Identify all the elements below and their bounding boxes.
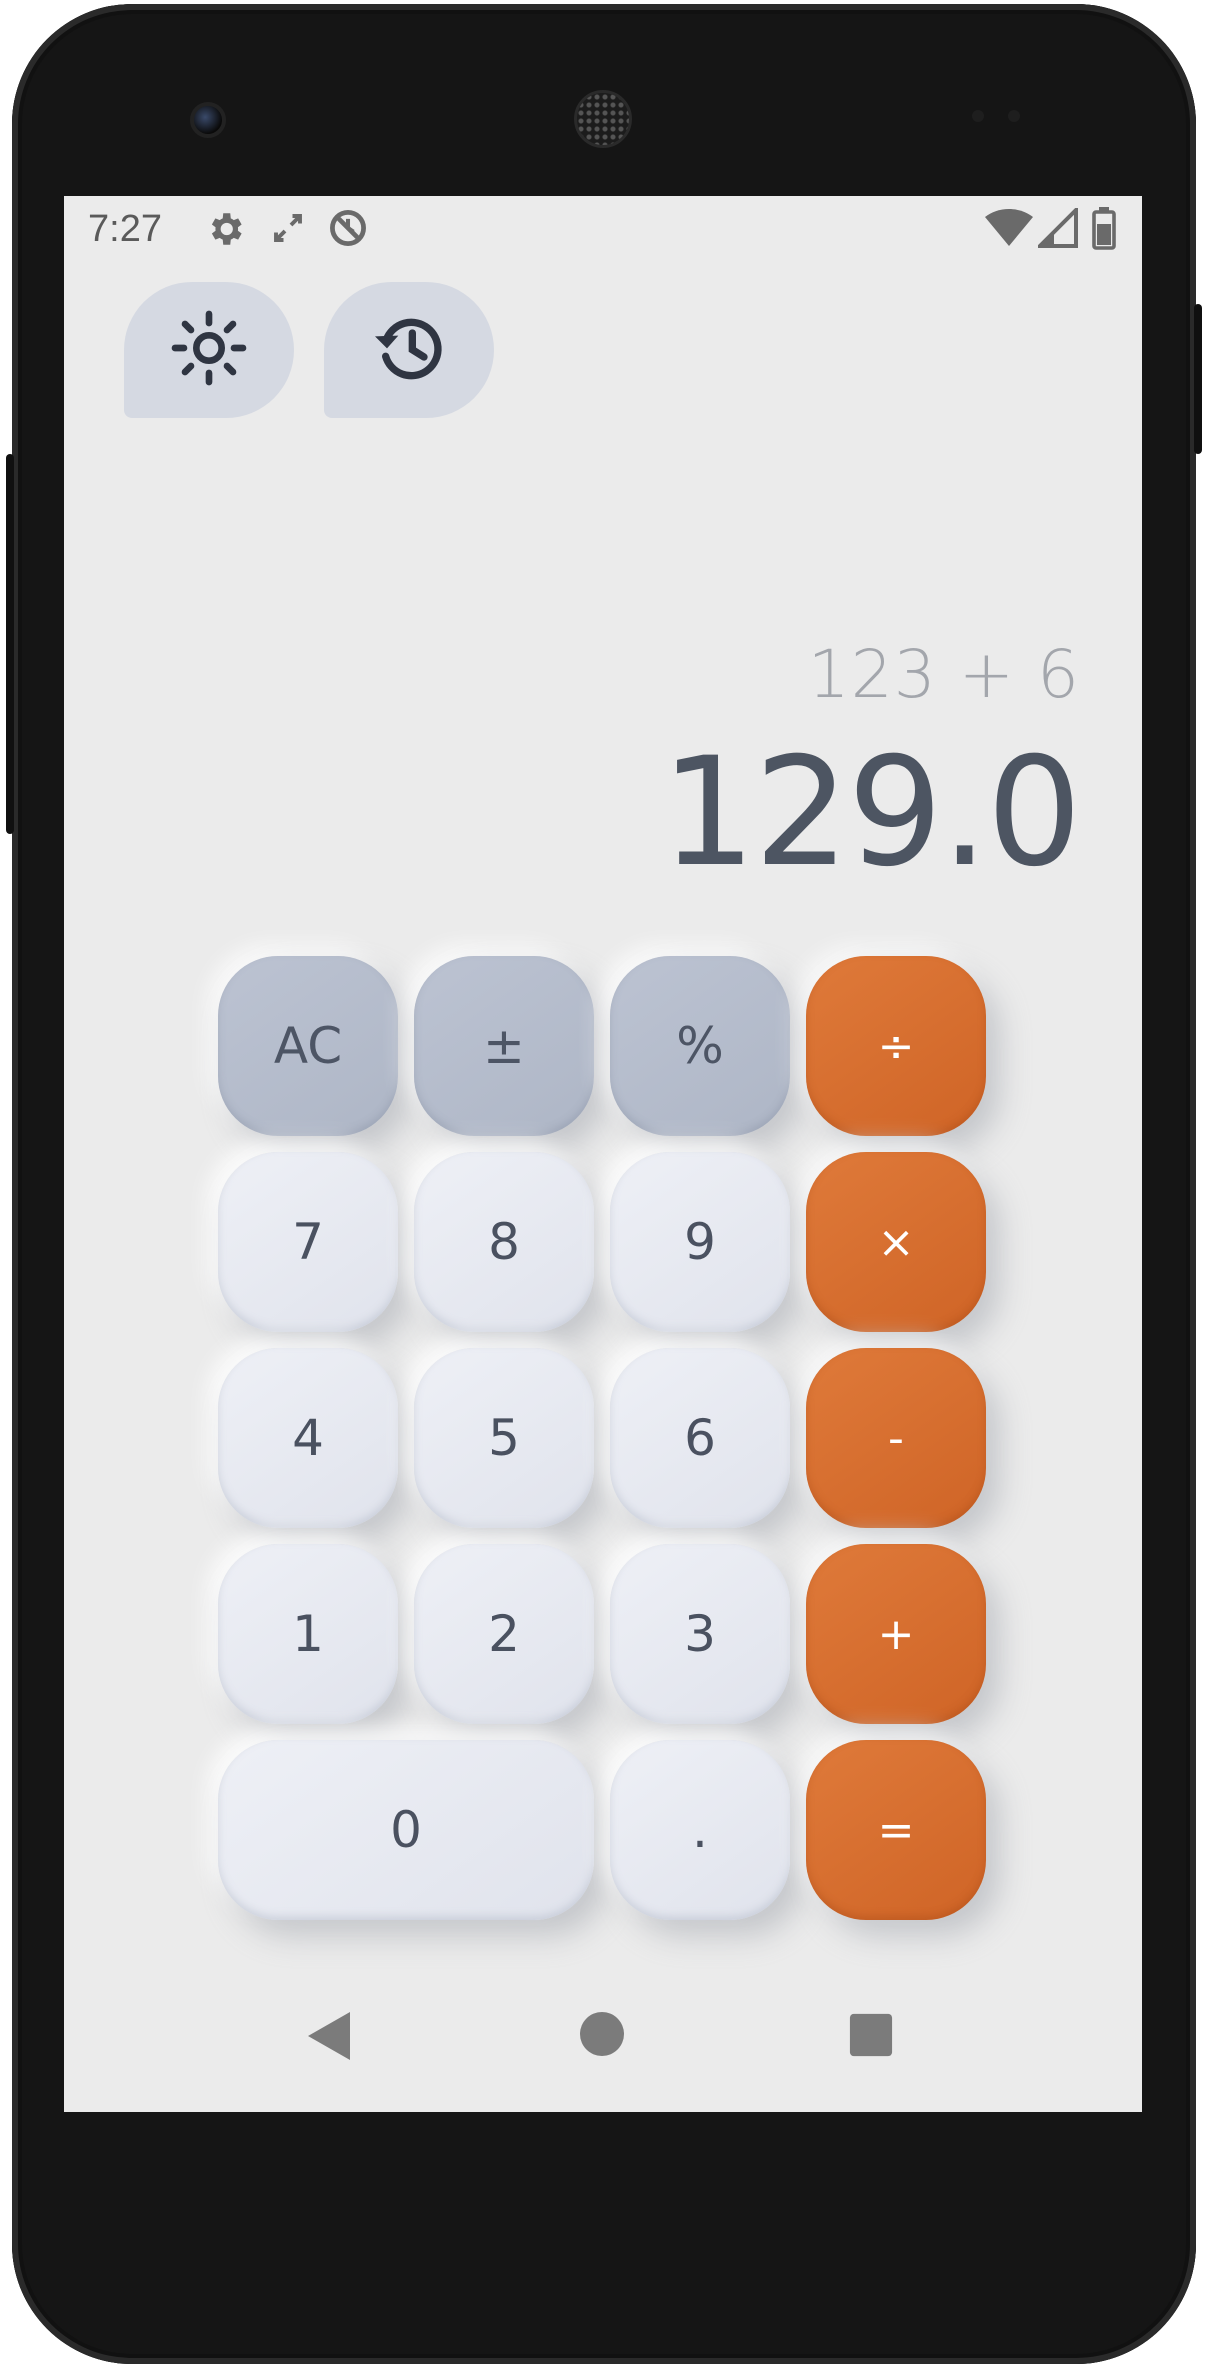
digit-9-button[interactable]: 9: [610, 1152, 790, 1332]
percent-button[interactable]: %: [610, 956, 790, 1136]
multiply-button[interactable]: ×: [806, 1152, 986, 1332]
minus-button[interactable]: -: [806, 1348, 986, 1528]
no-sync-icon: [326, 206, 370, 254]
sun-icon: [169, 308, 249, 392]
volume-button: [6, 454, 14, 834]
digit-0-button[interactable]: 0: [218, 1740, 594, 1920]
digit-5-button[interactable]: 5: [414, 1348, 594, 1528]
history-button[interactable]: [324, 282, 494, 418]
divide-button[interactable]: ÷: [806, 956, 986, 1136]
digit-7-button[interactable]: 7: [218, 1152, 398, 1332]
cellular-icon: [1035, 205, 1078, 252]
digit-4-button[interactable]: 4: [218, 1348, 398, 1528]
digit-2-button[interactable]: 2: [414, 1544, 594, 1724]
equals-button[interactable]: =: [806, 1740, 986, 1920]
back-triangle-icon[interactable]: [306, 2010, 354, 2066]
expression-display: 123 + 6: [807, 636, 1080, 713]
plus-button[interactable]: +: [806, 1544, 986, 1724]
battery-icon: [1092, 206, 1116, 254]
screen: 7:27 123 + 6 129.0 AC ± % ÷ 7 8 9 × 4 5 …: [64, 196, 1142, 2112]
home-circle-icon[interactable]: [578, 2010, 626, 2062]
digit-1-button[interactable]: 1: [218, 1544, 398, 1724]
status-bar: 7:27: [64, 196, 1142, 266]
light-sensor: [1008, 110, 1020, 122]
status-time: 7:27: [88, 208, 162, 250]
wifi-icon: [984, 208, 1034, 252]
result-display: 129.0: [660, 726, 1082, 900]
theme-toggle-button[interactable]: [124, 282, 294, 418]
proximity-sensor: [972, 110, 984, 122]
digit-6-button[interactable]: 6: [610, 1348, 790, 1528]
digit-8-button[interactable]: 8: [414, 1152, 594, 1332]
recents-square-icon[interactable]: [848, 2012, 894, 2062]
gear-icon: [204, 208, 246, 254]
front-camera: [190, 102, 226, 138]
clear-button[interactable]: AC: [218, 956, 398, 1136]
rotate-icon: [270, 210, 306, 250]
power-button: [1194, 304, 1202, 454]
history-icon: [369, 308, 449, 392]
decimal-button[interactable]: .: [610, 1740, 790, 1920]
earpiece-speaker: [574, 90, 632, 148]
plus-minus-button[interactable]: ±: [414, 956, 594, 1136]
digit-3-button[interactable]: 3: [610, 1544, 790, 1724]
